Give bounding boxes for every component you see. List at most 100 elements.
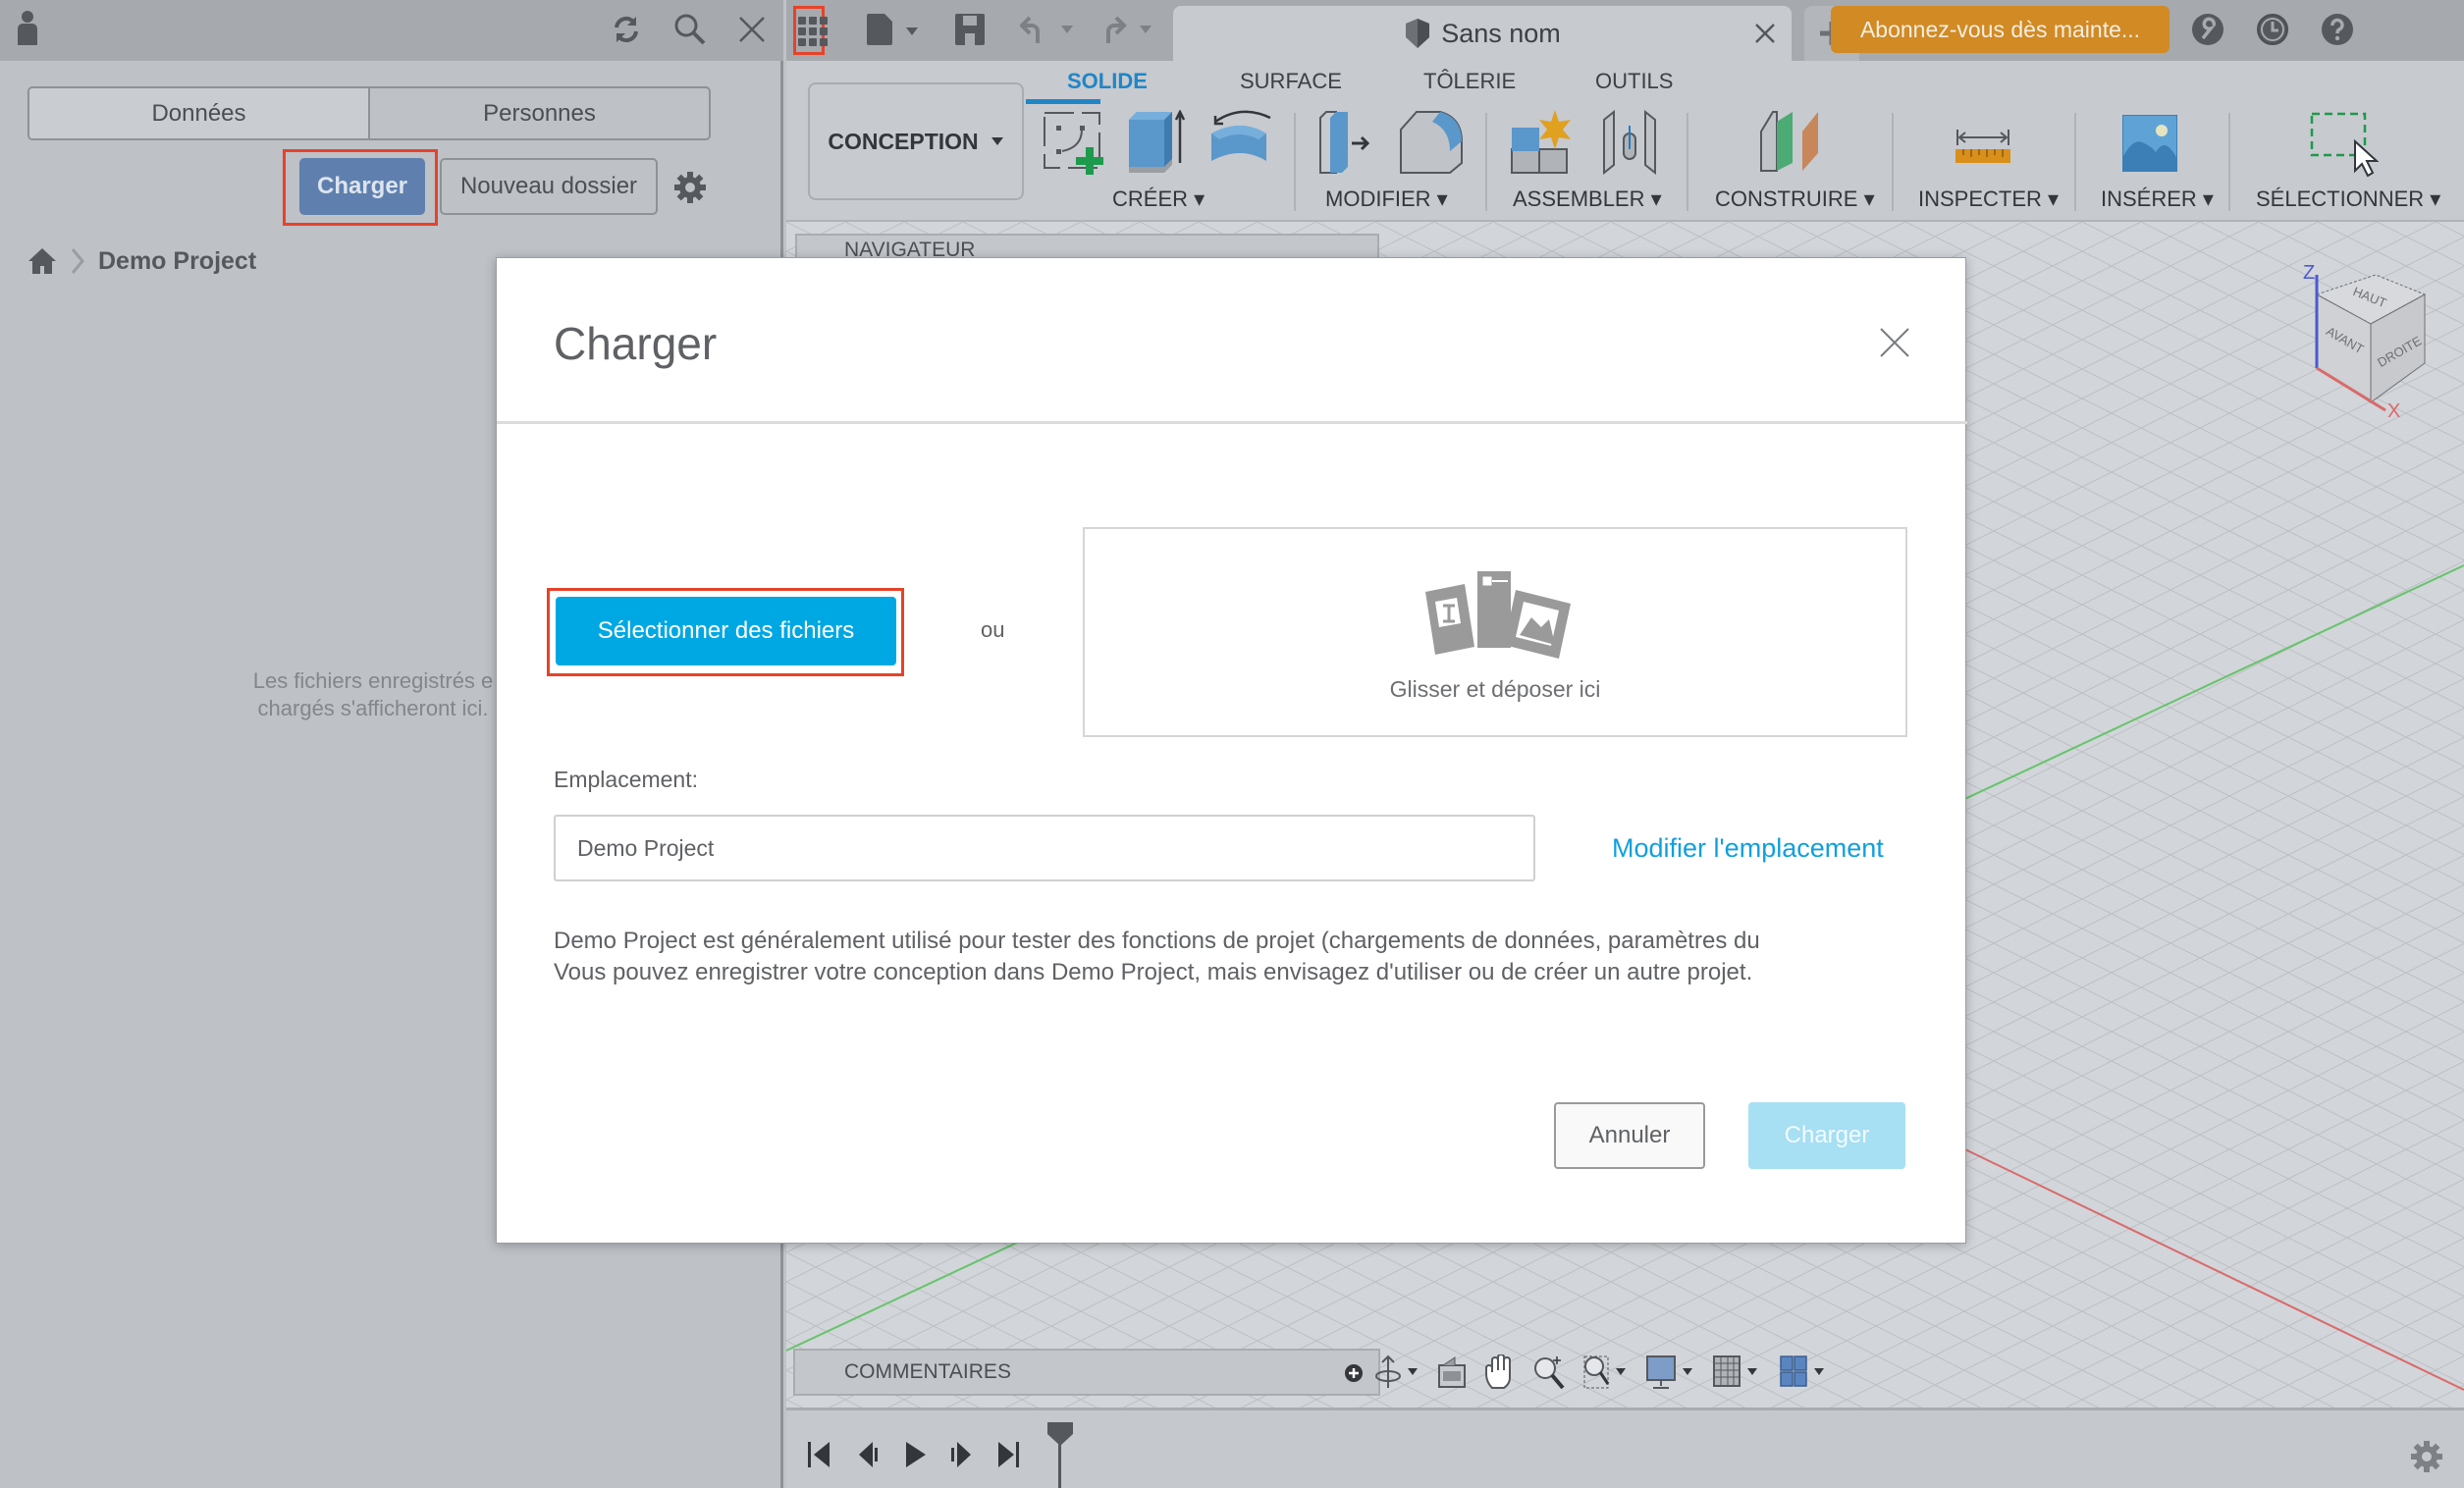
cancel-button[interactable]: Annuler [1554, 1102, 1705, 1169]
undo-icon[interactable] [1020, 14, 1079, 45]
group-assemble[interactable]: ASSEMBLER ▾ [1513, 186, 1662, 212]
dialog-title: Charger [554, 318, 718, 369]
viewports-icon[interactable] [1779, 1355, 1828, 1390]
divider [1485, 113, 1487, 211]
group-select[interactable]: SÉLECTIONNER ▾ [2256, 186, 2440, 212]
display-settings-icon[interactable] [1645, 1355, 1694, 1390]
description-line: Demo Project est généralement utilisé po… [554, 928, 1760, 954]
tab-surface[interactable]: SURFACE [1240, 69, 1342, 94]
drop-zone-label: Glisser et déposer ici [1389, 676, 1601, 702]
viewcube[interactable]: Z X HAUT AVANT DROITE [2277, 255, 2454, 422]
press-pull-icon[interactable] [1318, 110, 1377, 175]
divider [2228, 113, 2230, 211]
comments-label: COMMENTAIRES [844, 1360, 1011, 1383]
drop-zone[interactable]: Glisser et déposer ici [1083, 527, 1907, 737]
look-at-icon[interactable] [1437, 1355, 1467, 1389]
panel-tabs: Données Personnes [27, 86, 711, 140]
new-folder-button[interactable]: Nouveau dossier [440, 158, 658, 215]
tab-tools[interactable]: OUTILS [1595, 69, 1673, 94]
user-icon[interactable] [16, 10, 39, 45]
workspace-dropdown[interactable]: CONCEPTION [808, 82, 1024, 200]
location-description: Demo Project est généralement utilisé po… [554, 926, 1918, 988]
revolve-icon[interactable] [1207, 110, 1276, 169]
location-label: Emplacement: [554, 767, 699, 792]
dialog-divider [497, 421, 1967, 424]
body-icon [1406, 19, 1430, 48]
description-line: Vous pouvez enregistrer votre conception… [554, 959, 1753, 985]
grid-settings-icon[interactable] [1712, 1355, 1761, 1390]
workspace-label: CONCEPTION [828, 128, 979, 154]
group-label: ASSEMBLER [1513, 186, 1645, 211]
fit-icon[interactable] [1582, 1355, 1628, 1390]
group-insert[interactable]: INSÉRER ▾ [2101, 186, 2214, 212]
select-files-button[interactable]: Sélectionner des fichiers [556, 597, 896, 665]
group-label: SÉLECTIONNER [2256, 186, 2425, 211]
modify-location-link[interactable]: Modifier l'emplacement [1612, 833, 1884, 864]
chevron-right-icon [71, 248, 84, 274]
submit-upload-button[interactable]: Charger [1748, 1102, 1905, 1169]
group-create[interactable]: CRÉER ▾ [1112, 186, 1205, 212]
axis-x-label: X [2387, 400, 2400, 422]
location-field[interactable] [554, 815, 1535, 881]
dialog-close-icon[interactable] [1879, 327, 1910, 358]
help-icon[interactable] [2321, 13, 2354, 46]
joint-icon[interactable] [1600, 110, 1659, 175]
extensions-icon[interactable] [2191, 13, 2224, 46]
upload-button[interactable]: Charger [299, 158, 425, 215]
extrude-icon[interactable] [1127, 110, 1186, 175]
timeline-bar [786, 1408, 2464, 1488]
divider [1687, 113, 1688, 211]
zoom-icon[interactable] [1533, 1355, 1565, 1390]
document-title: Sans nom [1441, 18, 1561, 48]
group-modify[interactable]: MODIFIER ▾ [1325, 186, 1448, 212]
comments-panel[interactable]: COMMENTAIRES [793, 1349, 1380, 1396]
refresh-icon[interactable] [611, 14, 642, 45]
go-to-end-icon[interactable] [994, 1440, 1022, 1469]
or-label: ou [981, 617, 1005, 642]
tab-data[interactable]: Données [29, 88, 370, 138]
close-tab-icon[interactable] [1754, 23, 1776, 44]
data-panel-header [0, 0, 783, 61]
redo-icon[interactable] [1098, 14, 1157, 45]
home-icon[interactable] [27, 247, 57, 275]
close-icon[interactable] [738, 16, 766, 43]
timeline-marker[interactable] [1045, 1422, 1075, 1488]
file-menu-icon[interactable] [867, 14, 918, 45]
measure-icon[interactable] [1955, 128, 2010, 163]
step-forward-icon[interactable] [947, 1440, 975, 1469]
save-icon[interactable] [955, 14, 985, 45]
divider [1892, 113, 1894, 211]
gear-icon[interactable] [673, 171, 707, 204]
go-to-start-icon[interactable] [806, 1440, 833, 1469]
add-comment-icon[interactable] [1345, 1364, 1363, 1382]
document-tab[interactable]: Sans nom [1173, 6, 1792, 61]
apps-grid-icon[interactable] [798, 17, 828, 46]
orbit-icon[interactable] [1374, 1355, 1419, 1390]
select-icon[interactable] [2310, 112, 2379, 183]
file-types-icon [1425, 569, 1571, 659]
job-status-icon[interactable] [2256, 13, 2289, 46]
pan-icon[interactable] [1484, 1355, 1516, 1390]
tab-sheet-metal[interactable]: TÔLERIE [1423, 69, 1516, 94]
tab-solid[interactable]: SOLIDE [1067, 69, 1148, 94]
step-back-icon[interactable] [855, 1440, 883, 1469]
group-inspect[interactable]: INSPECTER ▾ [1918, 186, 2059, 212]
upload-dialog: Charger Sélectionner des fichiers ou Gli… [496, 257, 1967, 1244]
breadcrumb-project[interactable]: Demo Project [98, 247, 256, 276]
fillet-icon[interactable] [1399, 110, 1464, 175]
active-tab-indicator [1026, 99, 1100, 104]
search-icon[interactable] [673, 13, 707, 46]
divider [1294, 113, 1296, 211]
subscribe-button[interactable]: Abonnez-vous dès mainte... [1831, 6, 2169, 53]
create-sketch-icon[interactable] [1043, 110, 1105, 175]
insert-image-icon[interactable] [2122, 115, 2177, 172]
navigation-toolbar [1374, 1349, 1828, 1396]
group-label: INSÉRER [2101, 186, 2197, 211]
tab-people[interactable]: Personnes [370, 88, 709, 138]
timeline-settings-icon[interactable] [2410, 1440, 2443, 1473]
group-construct[interactable]: CONSTRUIRE ▾ [1715, 186, 1875, 212]
construct-plane-icon[interactable] [1759, 110, 1822, 175]
play-icon[interactable] [902, 1440, 930, 1469]
new-component-icon[interactable] [1510, 110, 1575, 175]
group-label: MODIFIER [1325, 186, 1431, 211]
